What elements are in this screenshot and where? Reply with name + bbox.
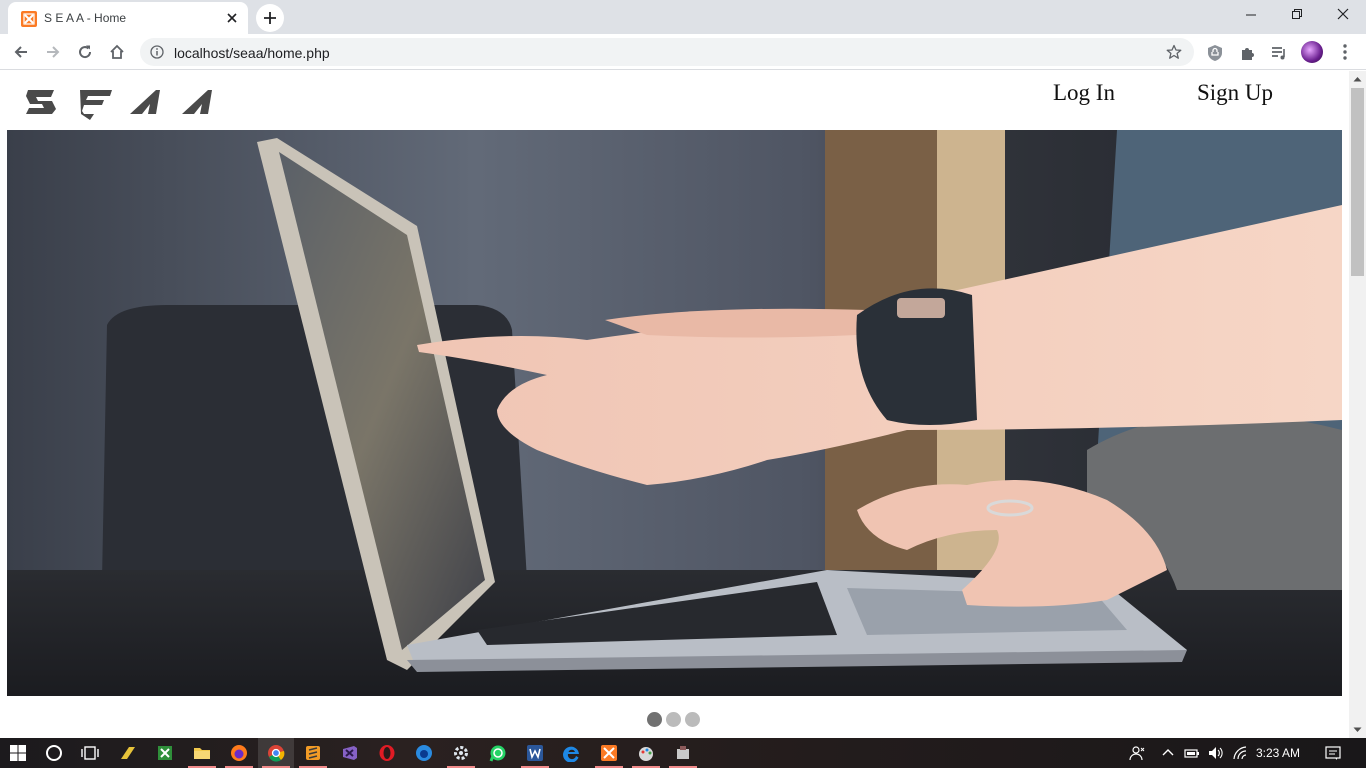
sublime-icon [306,746,320,760]
page-viewport: Log In Sign Up [0,71,1349,738]
chevron-up-icon[interactable] [1160,745,1176,761]
puzzle-icon[interactable] [1239,44,1257,62]
taskbar-app-paint[interactable] [628,738,664,768]
info-icon[interactable] [150,45,164,59]
plus-icon [264,12,276,24]
whatsapp-icon [489,745,506,762]
people-icon[interactable] [1129,745,1145,761]
active-tab[interactable]: S E A A - Home [8,2,248,34]
scroll-up-icon[interactable] [1353,75,1362,84]
minimize-button[interactable] [1228,0,1274,30]
back-button[interactable] [7,38,35,66]
taskbar-edge[interactable] [554,738,590,768]
paint-icon [639,747,653,761]
close-window-button[interactable] [1320,0,1366,30]
carousel-dot-2[interactable] [666,712,681,727]
xampp-favicon-icon [21,11,37,27]
shield-extension-icon[interactable] [1206,44,1224,62]
kebab-menu-icon[interactable] [1338,43,1352,61]
hero-carousel-image [7,130,1342,696]
volume-icon[interactable] [1207,745,1223,761]
taskbar-visual-studio[interactable] [332,738,368,768]
taskbar-app-recorder[interactable] [665,738,701,768]
pen-app-icon [121,747,135,759]
green-app-icon [158,746,172,760]
media-icon[interactable] [1270,44,1288,62]
profile-avatar[interactable] [1301,41,1323,63]
carousel-dots [647,712,707,728]
battery-icon[interactable] [1184,745,1200,761]
taskbar-word[interactable] [517,738,553,768]
taskbar-chrome[interactable] [258,738,294,768]
taskbar-opera[interactable] [369,738,405,768]
reload-icon [79,45,92,59]
gear-icon [454,746,468,760]
forward-button[interactable] [39,38,67,66]
site-header: Log In Sign Up [0,71,1349,130]
windows-start-icon [10,745,26,761]
url-text[interactable]: localhost/seaa/home.php [174,45,330,61]
cortana-icon [46,745,62,761]
forward-arrow-icon [47,46,60,58]
wifi-icon[interactable] [1232,745,1248,761]
signup-link[interactable]: Sign Up [1197,80,1273,106]
start-button[interactable] [0,738,36,768]
tab-strip: S E A A - Home [0,0,1366,34]
taskbar-app-editor[interactable] [110,738,146,768]
folder-icon [194,748,210,759]
taskbar-app-spreadsheet[interactable] [147,738,183,768]
taskbar-sublime[interactable] [295,738,331,768]
minimize-icon [1246,14,1256,16]
task-view-button[interactable] [72,738,108,768]
bookmark-star-icon[interactable] [1166,44,1182,60]
taskbar-firefox[interactable] [221,738,257,768]
taskbar-whatsapp[interactable] [480,738,516,768]
scroll-thumb[interactable] [1351,88,1364,276]
carousel-dot-1[interactable] [647,712,662,727]
back-arrow-icon [14,46,27,58]
close-icon [1337,8,1349,20]
taskbar-clock[interactable]: 3:23 AM [1256,746,1300,760]
firefox-icon [231,745,247,761]
seaa-logo[interactable] [24,87,214,121]
xampp-icon [601,745,617,761]
visual-studio-icon [343,746,357,760]
edge-icon [563,746,579,762]
laptop-photo [7,130,1342,696]
carousel-dot-3[interactable] [685,712,700,727]
opera-icon [379,745,395,761]
browser-toolbar: localhost/seaa/home.php [0,34,1366,70]
new-tab-button[interactable] [256,4,284,32]
recorder-icon [677,746,689,759]
address-bar[interactable]: localhost/seaa/home.php [140,38,1194,66]
chrome-icon [268,745,285,762]
tab-title: S E A A - Home [44,11,127,25]
page-scrollbar[interactable] [1349,71,1366,738]
word-icon [527,745,543,761]
close-tab-icon[interactable] [224,10,240,26]
login-link[interactable]: Log In [1053,80,1115,106]
taskbar-xampp[interactable] [591,738,627,768]
firefox-developer-icon [416,745,432,761]
scroll-down-icon[interactable] [1353,725,1362,734]
task-view-icon [81,746,99,760]
restore-button[interactable] [1274,0,1320,30]
home-icon [110,44,124,59]
taskbar-file-explorer[interactable] [184,738,220,768]
restore-icon [1292,9,1302,19]
taskbar-settings[interactable] [443,738,479,768]
home-button[interactable] [103,38,131,66]
taskbar-firefox-dev[interactable] [406,738,442,768]
windows-taskbar: 3:23 AM [0,738,1366,768]
reload-button[interactable] [71,38,99,66]
cortana-button[interactable] [36,738,72,768]
notification-icon[interactable] [1325,745,1341,761]
